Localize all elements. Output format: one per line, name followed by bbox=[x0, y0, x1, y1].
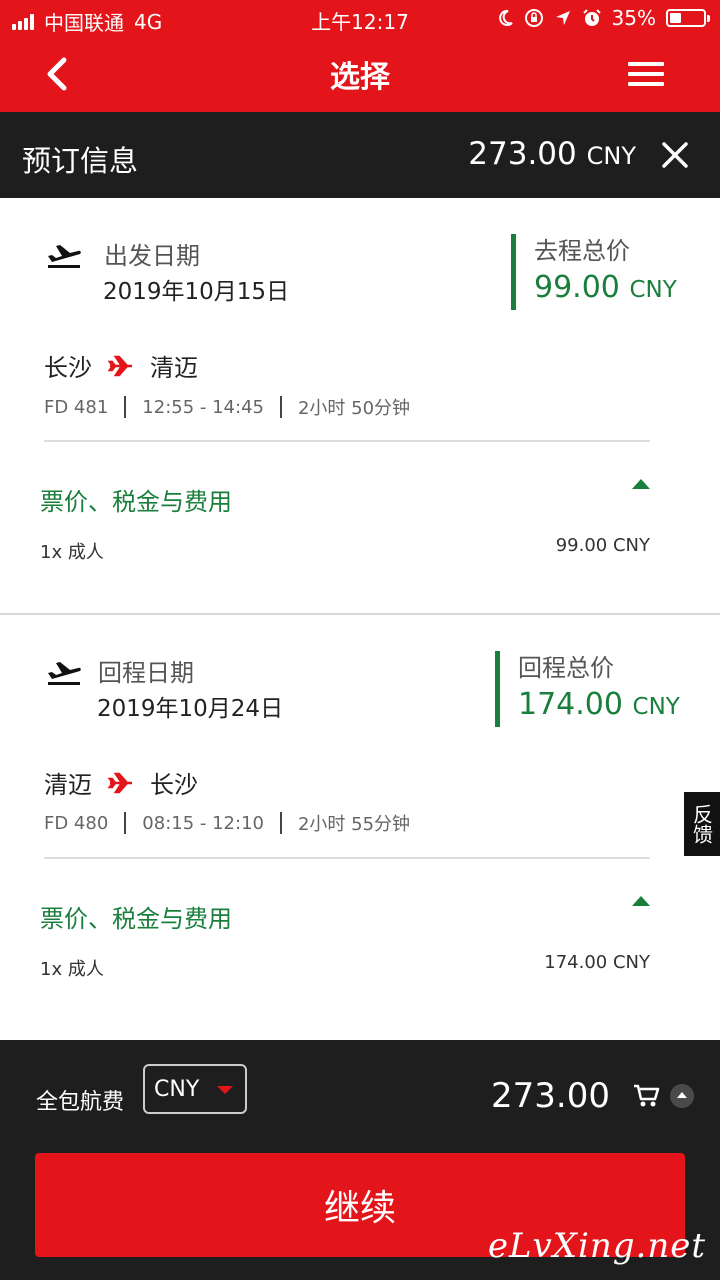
expand-up-icon[interactable] bbox=[670, 1084, 694, 1108]
outbound-route: 长沙 清迈 bbox=[44, 348, 198, 383]
return-price-amount: 174.00 bbox=[518, 687, 623, 722]
outbound-date-label: 出发日期 bbox=[104, 242, 200, 270]
outbound-price-box: 去程总价 99.00 CNY bbox=[511, 234, 677, 310]
page-title: 选择 bbox=[330, 60, 390, 95]
hamburger-menu-icon[interactable] bbox=[628, 62, 664, 86]
outbound-duration: 2小时 50分钟 bbox=[297, 398, 411, 419]
collapse-caret-icon[interactable] bbox=[632, 896, 650, 906]
battery-percent: 35% bbox=[611, 6, 656, 30]
booking-total-amount: 273.00 bbox=[468, 136, 577, 172]
cart-icon[interactable] bbox=[632, 1082, 660, 1110]
outbound-fees-toggle[interactable]: 票价、税金与费用 bbox=[40, 482, 232, 517]
booking-header: 预订信息 273.00 CNY bbox=[0, 112, 720, 198]
plane-icon bbox=[108, 355, 132, 376]
feedback-label: 反馈 bbox=[689, 804, 714, 844]
separator bbox=[279, 396, 282, 418]
dropdown-arrow-icon bbox=[217, 1086, 233, 1094]
package-label: 全包航费 bbox=[36, 1090, 125, 1115]
nav-bar: 选择 bbox=[0, 36, 720, 112]
moon-icon bbox=[498, 9, 513, 26]
return-duration: 2小时 55分钟 bbox=[297, 814, 411, 835]
booking-total: 273.00 CNY bbox=[468, 136, 636, 172]
divider bbox=[44, 857, 650, 859]
outbound-flight-number: FD 481 bbox=[44, 396, 109, 418]
return-fees-toggle[interactable]: 票价、税金与费用 bbox=[40, 899, 232, 934]
return-destination: 长沙 bbox=[150, 771, 198, 799]
alarm-icon bbox=[582, 9, 601, 26]
return-flight-meta: FD 480 08:15 - 12:10 2小时 55分钟 bbox=[44, 810, 410, 836]
close-icon[interactable] bbox=[660, 140, 690, 170]
return-times: 08:15 - 12:10 bbox=[142, 812, 264, 834]
lock-rotation-icon bbox=[524, 9, 543, 27]
battery-icon bbox=[666, 9, 710, 27]
separator bbox=[124, 396, 127, 418]
outbound-price-label: 去程总价 bbox=[534, 237, 630, 265]
watermark: eLvXing.net bbox=[487, 1226, 706, 1266]
footer-total-amount: 273.00 bbox=[491, 1076, 610, 1116]
return-price-box: 回程总价 174.00 CNY bbox=[495, 651, 680, 727]
outbound-flight-meta: FD 481 12:55 - 14:45 2小时 50分钟 bbox=[44, 394, 410, 420]
return-pax-price: 174.00 CNY bbox=[544, 952, 650, 973]
return-price-label: 回程总价 bbox=[518, 654, 614, 682]
outbound-price-amount: 99.00 bbox=[534, 270, 620, 305]
currency-select[interactable]: CNY bbox=[143, 1064, 247, 1114]
collapse-caret-icon[interactable] bbox=[632, 479, 650, 489]
status-right: 35% bbox=[496, 6, 710, 30]
booking-total-currency: CNY bbox=[586, 142, 636, 170]
return-plane-icon bbox=[48, 662, 81, 685]
return-price: 174.00 CNY bbox=[518, 685, 680, 727]
location-icon bbox=[555, 11, 570, 25]
return-section: 回程日期 2019年10月24日 回程总价 174.00 CNY 清迈 长沙 F… bbox=[0, 615, 720, 1040]
feedback-tab[interactable]: 反馈 bbox=[684, 792, 720, 856]
separator bbox=[124, 812, 127, 834]
booking-label: 预订信息 bbox=[22, 144, 139, 178]
currency-select-value: CNY bbox=[154, 1077, 200, 1102]
status-bar: 中国联通 4G 上午12:17 35% bbox=[0, 0, 720, 36]
return-flight-number: FD 480 bbox=[44, 812, 109, 834]
divider bbox=[44, 440, 650, 442]
return-pax: 1x 成人 bbox=[40, 959, 104, 980]
return-route: 清迈 长沙 bbox=[44, 765, 198, 800]
plane-icon bbox=[108, 772, 132, 793]
outbound-pax: 1x 成人 bbox=[40, 542, 104, 563]
departure-plane-icon bbox=[48, 245, 81, 268]
return-origin: 清迈 bbox=[44, 771, 92, 799]
return-date: 2019年10月24日 bbox=[97, 696, 284, 722]
outbound-pax-price: 99.00 CNY bbox=[555, 535, 650, 556]
outbound-date: 2019年10月15日 bbox=[103, 279, 290, 305]
return-price-currency: CNY bbox=[632, 694, 680, 720]
outbound-price-currency: CNY bbox=[629, 277, 677, 303]
outbound-section: 出发日期 2019年10月15日 去程总价 99.00 CNY 长沙 清迈 FD… bbox=[0, 198, 720, 613]
outbound-times: 12:55 - 14:45 bbox=[142, 396, 264, 418]
outbound-origin: 长沙 bbox=[44, 354, 92, 382]
separator bbox=[279, 812, 282, 834]
outbound-price: 99.00 CNY bbox=[534, 268, 677, 310]
outbound-destination: 清迈 bbox=[150, 354, 198, 382]
return-date-label: 回程日期 bbox=[98, 659, 194, 687]
